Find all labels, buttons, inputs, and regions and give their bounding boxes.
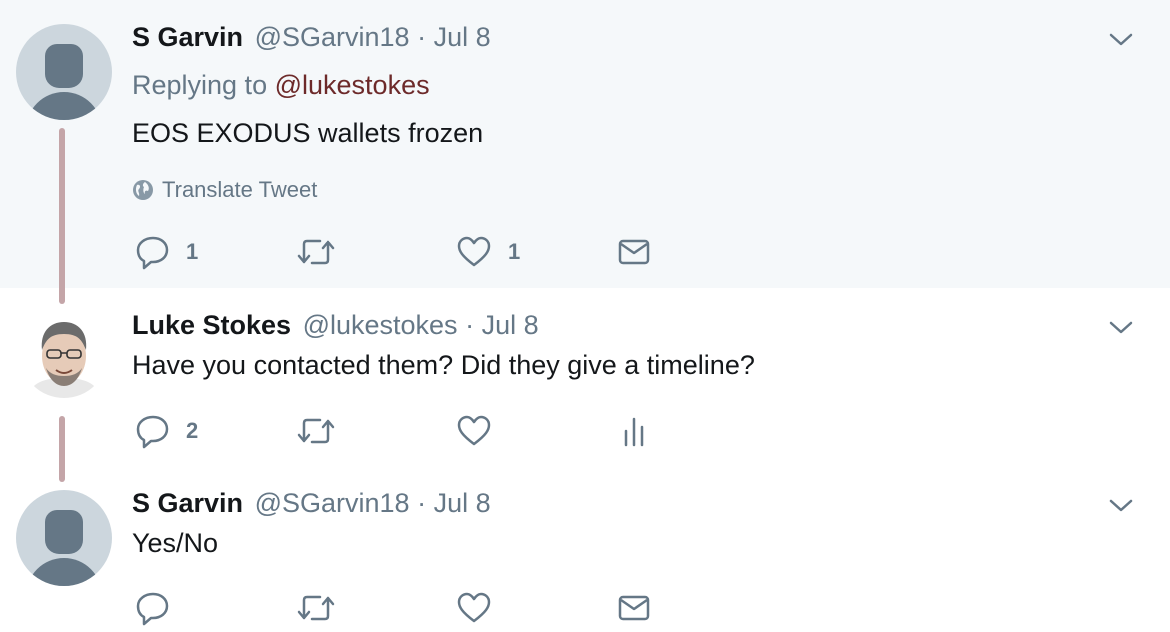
avatar[interactable] [16,490,112,586]
analytics-icon [624,417,644,447]
avatar[interactable] [16,24,112,120]
direct-message-button[interactable] [616,232,652,272]
retweet-icon [297,595,335,621]
like-button[interactable] [456,411,492,451]
user-handle[interactable]: @SGarvin18 [255,488,410,518]
avatar[interactable] [20,310,108,398]
chevron-down-icon[interactable] [1108,317,1134,337]
reply-count: 2 [186,418,199,443]
replying-context: Replying to @lukestokes [132,70,430,101]
retweet-button[interactable] [296,232,336,272]
chevron-down-icon[interactable] [1108,29,1134,49]
thread-connector [59,128,65,304]
retweet-button[interactable] [296,588,336,628]
reply-button[interactable]: 2 [136,411,198,451]
translate-tweet-link[interactable]: Translate Tweet [132,176,317,204]
envelope-icon [618,595,650,621]
envelope-icon [618,239,650,265]
reply-count: 1 [186,239,199,264]
chevron-down-icon[interactable] [1108,495,1134,515]
like-button[interactable] [456,588,492,628]
translate-label: Translate Tweet [162,177,318,202]
thread-connector [59,416,65,482]
reply-icon [136,592,169,626]
retweet-icon [297,239,335,265]
analytics-button[interactable] [616,411,652,451]
user-handle[interactable]: @lukestokes [303,310,458,340]
tweet-date[interactable]: Jul 8 [434,22,491,52]
reply-icon [136,415,169,449]
tweet-date[interactable]: Jul 8 [434,488,491,518]
globe-icon [133,180,153,200]
tweet-3[interactable]: S Garvin @SGarvin18 · Jul 8 Yes/No [0,466,1170,632]
tweet-2[interactable]: Luke Stokes @lukestokes · Jul 8 Have you… [0,288,1170,466]
tweet-header: S Garvin @SGarvin18 · Jul 8 [132,488,491,519]
like-count: 1 [508,239,521,264]
heart-icon [457,236,491,267]
replying-prefix: Replying to [132,70,268,100]
tweet-header: S Garvin @SGarvin18 · Jul 8 [132,22,491,53]
tweet-text: EOS EXODUS wallets frozen [132,118,484,148]
tweet-text: Have you contacted them? Did they give a… [132,350,755,380]
reply-button[interactable]: 1 [136,232,198,272]
display-name[interactable]: Luke Stokes [132,310,291,340]
tweet-text: Yes/No [132,528,219,558]
retweet-button[interactable] [296,411,336,451]
separator-dot: · [417,22,427,52]
like-button[interactable]: 1 [456,232,520,272]
direct-message-button[interactable] [616,588,652,628]
user-handle[interactable]: @SGarvin18 [255,22,410,52]
mention-link[interactable]: @lukestokes [275,70,430,100]
separator-dot: · [417,488,427,518]
tweet-1[interactable]: S Garvin @SGarvin18 · Jul 8 Replying to … [0,0,1170,288]
heart-icon [457,415,491,446]
reply-icon [136,236,169,270]
heart-icon [457,592,491,623]
tweet-date[interactable]: Jul 8 [482,310,539,340]
display-name[interactable]: S Garvin [132,488,243,518]
tweet-header: Luke Stokes @lukestokes · Jul 8 [132,310,539,341]
profile-photo [20,310,108,398]
separator-dot: · [465,310,475,340]
display-name[interactable]: S Garvin [132,22,243,52]
retweet-icon [297,418,335,444]
reply-button[interactable] [136,588,170,628]
